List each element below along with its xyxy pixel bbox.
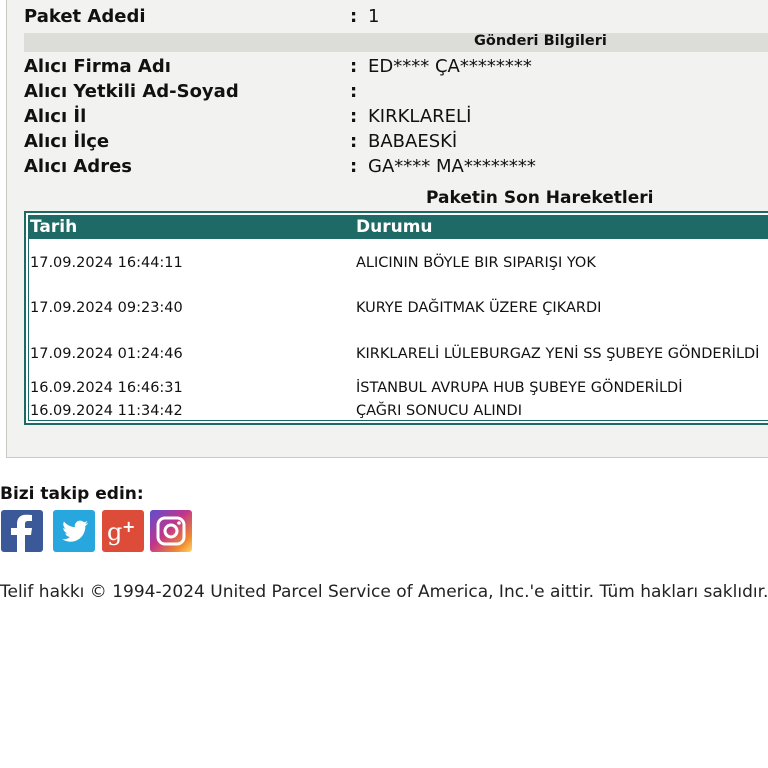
facebook-icon[interactable] xyxy=(1,510,43,552)
info-label: Paket Adedi xyxy=(24,6,146,27)
header-date: Tarih xyxy=(30,217,78,237)
table-header: Tarih Durumu xyxy=(28,215,768,239)
row-date: 16.09.2024 11:34:42 xyxy=(30,403,183,419)
section-title: Gönderi Bilgileri xyxy=(474,33,607,49)
info-separator: : xyxy=(350,56,358,77)
info-row-adres: Alıcı Adres : GA**** MA******** xyxy=(24,156,768,180)
google-plus-icon[interactable]: g + xyxy=(102,510,144,552)
info-row-firma: Alıcı Firma Adı : ED**** ÇA******** xyxy=(24,56,768,80)
info-label: Alıcı Yetkili Ad-Soyad xyxy=(24,81,239,102)
row-status: ÇAĞRI SONUCU ALINDI xyxy=(356,403,522,419)
info-separator: : xyxy=(350,156,358,177)
info-separator: : xyxy=(350,81,358,102)
row-status: İSTANBUL AVRUPA HUB ŞUBEYE GÖNDERİLDİ xyxy=(356,380,683,396)
section-bar xyxy=(24,33,768,52)
info-value: ED**** ÇA******** xyxy=(368,56,532,77)
svg-text:+: + xyxy=(122,517,135,536)
movements-title: Paketin Son Hareketleri xyxy=(426,188,654,208)
info-row-ilce: Alıcı İlçe : BABAESKİ xyxy=(24,131,768,155)
info-value: BABAESKİ xyxy=(368,131,458,152)
info-label: Alıcı İlçe xyxy=(24,131,110,152)
svg-text:g: g xyxy=(107,518,122,546)
info-row-paket-adedi: Paket Adedi : 1 xyxy=(24,6,768,30)
row-date: 16.09.2024 16:46:31 xyxy=(30,380,183,396)
follow-us-label: Bizi takip edin: xyxy=(0,484,144,504)
info-row-yetkili: Alıcı Yetkili Ad-Soyad : xyxy=(24,81,768,105)
twitter-icon[interactable] xyxy=(53,510,95,552)
info-value: 1 xyxy=(368,6,380,27)
instagram-icon[interactable] xyxy=(150,510,192,552)
info-separator: : xyxy=(350,106,358,127)
info-separator: : xyxy=(350,131,358,152)
info-separator: : xyxy=(350,6,358,27)
copyright-text: Telif hakkı © 1994-2024 United Parcel Se… xyxy=(0,582,768,602)
row-status: ALICININ BÖYLE BIR SIPARIŞI YOK xyxy=(356,255,596,271)
info-label: Alıcı İl xyxy=(24,106,87,127)
row-date: 17.09.2024 16:44:11 xyxy=(30,255,183,271)
info-row-il: Alıcı İl : KIRKLARELİ xyxy=(24,106,768,130)
row-date: 17.09.2024 09:23:40 xyxy=(30,300,183,316)
info-value: KIRKLARELİ xyxy=(368,106,472,127)
header-status: Durumu xyxy=(356,217,433,237)
info-value: GA**** MA******** xyxy=(368,156,536,177)
row-status: KURYE DAĞITMAK ÜZERE ÇIKARDI xyxy=(356,300,602,316)
movements-table: Tarih Durumu 17.09.2024 16:44:11 ALICINI… xyxy=(24,211,768,425)
info-label: Alıcı Adres xyxy=(24,156,132,177)
info-label: Alıcı Firma Adı xyxy=(24,56,171,77)
row-status: KIRKLARELİ LÜLEBURGAZ YENİ SS ŞUBEYE GÖN… xyxy=(356,346,760,362)
row-date: 17.09.2024 01:24:46 xyxy=(30,346,183,362)
